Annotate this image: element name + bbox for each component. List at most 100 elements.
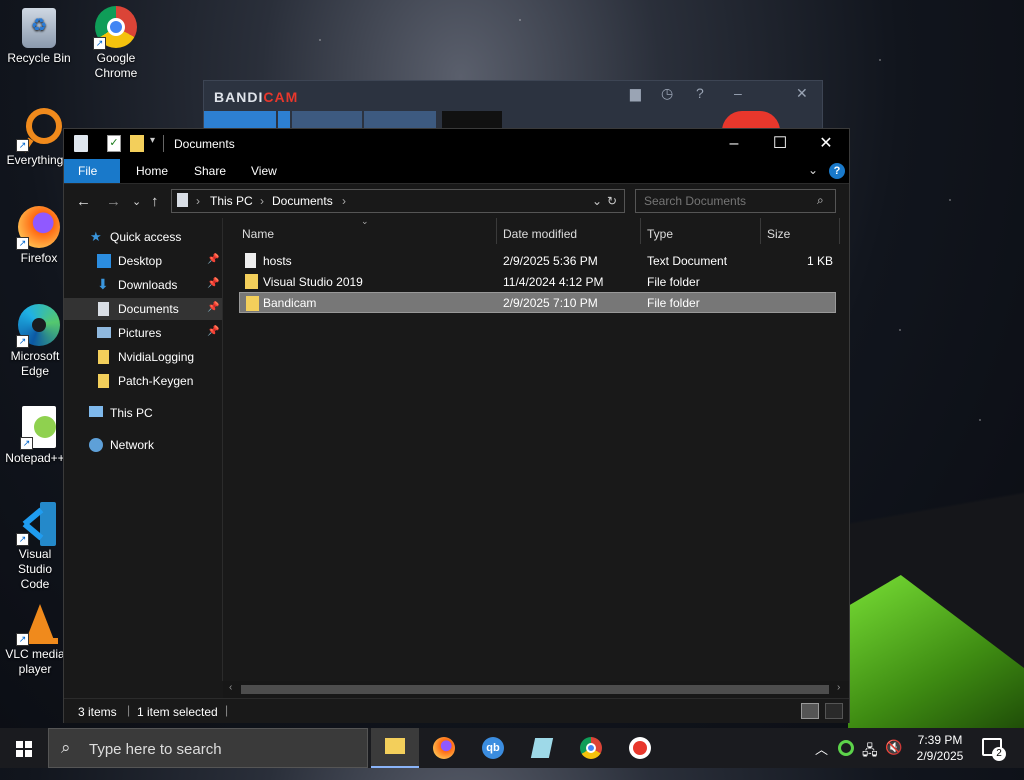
documents-icon — [98, 302, 109, 316]
taskbar-file-explorer[interactable] — [371, 728, 419, 768]
maximize-button[interactable]: ☐ — [757, 129, 803, 159]
folder-icon — [245, 274, 258, 289]
checkmark-icon[interactable]: ✓ — [107, 135, 121, 152]
desktop-icon-label: Notepad++ — [5, 451, 65, 465]
minimize-button[interactable]: – — [711, 129, 757, 159]
column-header-name[interactable]: Name — [239, 218, 497, 244]
tab-share[interactable]: Share — [180, 159, 240, 183]
folder-icon[interactable]: ▆ — [630, 85, 641, 102]
shortcut-arrow-icon: ↗ — [16, 533, 29, 546]
customize-quick-access-icon[interactable]: ▾ — [150, 135, 155, 146]
nav-item-this-pc[interactable]: This PC — [64, 402, 222, 424]
pin-icon[interactable]: 📌 — [207, 278, 219, 289]
nav-item-pictures[interactable]: Pictures 📌 — [64, 322, 222, 344]
breadcrumb-separator: › — [342, 194, 346, 208]
nav-item-patch-keygen[interactable]: Patch-Keygen — [64, 370, 222, 392]
taskbar-chrome[interactable] — [567, 728, 615, 768]
start-button[interactable] — [0, 728, 48, 768]
nav-item-desktop[interactable]: Desktop 📌 — [64, 250, 222, 272]
search-icon[interactable]: ⌕ — [817, 193, 824, 208]
expand-ribbon-icon[interactable]: ⌄ — [808, 163, 818, 177]
clock-icon[interactable]: ◷ — [661, 85, 673, 102]
breadcrumb-separator: › — [196, 194, 200, 208]
nav-item-quick-access[interactable]: ★ Quick access — [64, 226, 222, 248]
tab-home[interactable]: Home — [122, 159, 182, 183]
column-header-date[interactable]: Date modified — [497, 218, 640, 244]
taskbar-search-box[interactable]: ⌕ Type here to search — [48, 728, 368, 768]
large-icons-view-icon[interactable] — [825, 703, 843, 719]
column-separator[interactable] — [839, 218, 840, 244]
chrome-icon — [580, 737, 602, 759]
properties-icon[interactable] — [74, 135, 88, 152]
breadcrumb-documents[interactable]: Documents — [272, 194, 333, 208]
scrollbar-thumb[interactable] — [241, 685, 829, 694]
bandicam-window[interactable]: BANDICAM ▆ ◷ ? – ✕ — [203, 80, 823, 132]
desktop-icon-recycle-bin[interactable]: ♻ Recycle Bin — [4, 8, 74, 66]
file-list: ⌄ Name Date modified Type Size hosts 2/9… — [223, 216, 849, 681]
column-header-type[interactable]: Type — [641, 218, 760, 244]
refresh-icon[interactable]: ↻ — [607, 194, 617, 208]
taskbar-notepad[interactable] — [518, 728, 566, 768]
up-arrow-icon[interactable]: ↑ — [151, 193, 159, 210]
desktop-icon-google-chrome[interactable]: ↗ Google Chrome — [81, 6, 151, 81]
back-arrow-icon[interactable]: ← — [76, 193, 91, 210]
column-header-size[interactable]: Size — [761, 218, 839, 244]
taskbar-qbittorrent[interactable]: qb — [469, 728, 517, 768]
download-arrow-icon: ⬇ — [97, 276, 109, 292]
network-icon — [89, 438, 103, 452]
tray-status-icon[interactable] — [838, 740, 854, 780]
recent-locations-icon[interactable]: ⌄ — [132, 195, 141, 208]
title-bar[interactable]: ✓ ▾ Documents – ☐ ✕ — [64, 129, 849, 159]
table-row-selected[interactable]: Bandicam 2/9/2025 7:10 PM File folder — [239, 292, 836, 313]
pin-icon[interactable]: 📌 — [207, 302, 219, 313]
status-bar: 3 items | 1 item selected | — [64, 698, 849, 723]
taskbar-bandicam[interactable] — [616, 728, 664, 768]
search-box[interactable]: ⌕ — [635, 189, 836, 213]
volume-muted-icon[interactable]: 🔇 — [885, 739, 902, 779]
scroll-left-icon[interactable]: ‹ — [229, 682, 232, 693]
nav-item-network[interactable]: Network — [64, 434, 222, 456]
folder-icon — [246, 296, 259, 311]
desktop-icon-label: Everything — [6, 153, 64, 167]
pin-icon[interactable]: 📌 — [207, 326, 219, 337]
shortcut-arrow-icon: ↗ — [16, 335, 29, 348]
clock-time: 7:39 PM — [917, 733, 963, 747]
notifications-icon[interactable]: 2 — [982, 738, 1006, 778]
address-dropdown-icon[interactable]: ⌄ — [592, 194, 602, 208]
new-folder-icon[interactable] — [130, 135, 144, 152]
tab-file[interactable]: File — [64, 159, 120, 183]
nav-item-downloads[interactable]: ⬇ Downloads 📌 — [64, 274, 222, 296]
forward-arrow-icon[interactable]: → — [106, 193, 121, 210]
scroll-right-icon[interactable]: › — [837, 682, 840, 693]
clock[interactable]: 7:39 PM 2/9/2025 — [910, 732, 970, 764]
star-icon: ★ — [90, 229, 102, 244]
close-button[interactable]: ✕ — [803, 129, 849, 159]
close-icon[interactable]: ✕ — [796, 85, 808, 102]
breadcrumb-this-pc[interactable]: This PC — [210, 194, 253, 208]
desktop-icon-label: Recycle Bin — [7, 51, 71, 65]
nav-item-documents[interactable]: Documents 📌 — [64, 298, 222, 320]
network-icon[interactable]: 🖧 — [862, 740, 878, 780]
taskbar-search-placeholder: Type here to search — [89, 741, 222, 758]
table-row[interactable]: hosts 2/9/2025 5:36 PM Text Document 1 K… — [239, 250, 836, 271]
address-bar[interactable]: › This PC › Documents › ⌄ ↻ — [171, 189, 625, 213]
table-row[interactable]: Visual Studio 2019 11/4/2024 4:12 PM Fil… — [239, 271, 836, 292]
desktop-icon-label: Visual Studio Code — [17, 547, 53, 591]
nav-item-nvidialogging[interactable]: NvidiaLogging — [64, 346, 222, 368]
show-hidden-icons-icon[interactable]: ︿ — [815, 739, 828, 779]
search-input[interactable] — [642, 193, 816, 209]
desktop-icon — [97, 254, 111, 268]
tab-view[interactable]: View — [237, 159, 291, 183]
minimize-icon[interactable]: – — [734, 85, 742, 101]
shortcut-arrow-icon: ↗ — [16, 633, 29, 646]
horizontal-scrollbar[interactable]: ‹ › — [223, 681, 849, 698]
help-icon[interactable]: ? — [696, 85, 704, 101]
file-explorer-window[interactable]: ✓ ▾ Documents – ☐ ✕ File Home Share View… — [63, 128, 850, 723]
taskbar: ⌕ Type here to search qb ︿ 🖧 🔇 7:39 PM 2… — [0, 728, 1024, 768]
pin-icon[interactable]: 📌 — [207, 254, 219, 265]
details-view-icon[interactable] — [801, 703, 819, 719]
taskbar-firefox[interactable] — [420, 728, 468, 768]
status-separator: | — [225, 703, 229, 717]
title-separator — [163, 135, 164, 152]
help-icon[interactable]: ? — [829, 163, 845, 179]
